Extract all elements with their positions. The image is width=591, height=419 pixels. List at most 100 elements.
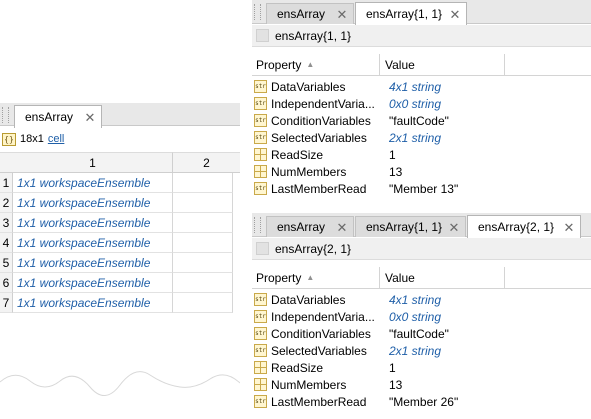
empty-cell[interactable] xyxy=(173,173,233,193)
property-row[interactable]: str LastMemberRead "Member 26" xyxy=(252,393,458,410)
cell-value[interactable]: 1x1 workspaceEnsemble xyxy=(13,253,173,273)
property-value[interactable]: 2x1 string xyxy=(384,344,441,358)
empty-cell[interactable] xyxy=(173,293,233,313)
property-row[interactable]: str LastMemberRead "Member 13" xyxy=(252,180,458,197)
empty-cell[interactable] xyxy=(173,213,233,233)
cell-value[interactable]: 1x1 workspaceEnsemble xyxy=(13,213,173,233)
property-row[interactable]: NumMembers 13 xyxy=(252,376,402,393)
property-column-header[interactable]: Property ▲ xyxy=(252,54,380,75)
torn-edge xyxy=(0,371,240,419)
cell-array-editor: ensArray ✕ {} 18x1 cell 1 2 1 1x1 workspa… xyxy=(0,103,240,419)
property-column-header[interactable]: Property ▲ xyxy=(252,267,380,288)
drag-grip[interactable] xyxy=(254,217,261,233)
property-value[interactable]: 0x0 string xyxy=(384,97,441,111)
tab-ensarray-1-1[interactable]: ensArray{1, 1} ✕ xyxy=(355,2,467,25)
property-value: "faultCode" xyxy=(389,113,449,128)
string-icon: str xyxy=(254,182,267,195)
tab-ensarray[interactable]: ensArray ✕ xyxy=(14,105,102,128)
property-row[interactable]: str SelectedVariables 2x1 string xyxy=(252,342,441,359)
tab-ensarray[interactable]: ensArray ✕ xyxy=(266,3,354,24)
property-row[interactable]: ReadSize 1 xyxy=(252,359,396,376)
value-header-label: Value xyxy=(385,270,415,285)
drag-grip[interactable] xyxy=(2,107,9,123)
tab-strip: ensArray ✕ ensArray{1, 1} ✕ xyxy=(252,0,591,25)
cell-value[interactable]: 1x1 workspaceEnsemble xyxy=(13,193,173,213)
variable-bar: ensArray{1, 1} xyxy=(252,25,591,47)
tab-label: ensArray{1, 1} xyxy=(366,220,443,234)
class-link[interactable]: cell xyxy=(48,133,65,145)
property-row[interactable]: ReadSize 1 xyxy=(252,146,396,163)
row-header[interactable]: 4 xyxy=(0,233,13,253)
cell-value[interactable]: 1x1 workspaceEnsemble xyxy=(13,233,173,253)
empty-cell[interactable] xyxy=(173,253,233,273)
row-header[interactable]: 5 xyxy=(0,253,13,273)
empty-cell[interactable] xyxy=(173,193,233,213)
tab-label: ensArray xyxy=(277,7,326,21)
close-icon[interactable]: ✕ xyxy=(334,221,350,234)
string-icon: str xyxy=(254,114,267,127)
numeric-grid-icon xyxy=(254,378,267,391)
tab-ensarray-2-1[interactable]: ensArray{2, 1} ✕ xyxy=(467,215,581,238)
column-header-1[interactable]: 1 xyxy=(13,152,173,173)
property-row[interactable]: str IndependentVaria... 0x0 string xyxy=(252,95,441,112)
string-icon: str xyxy=(254,310,267,323)
cell-value[interactable]: 1x1 workspaceEnsemble xyxy=(13,173,173,193)
property-value[interactable]: 2x1 string xyxy=(384,131,441,145)
string-icon: str xyxy=(254,395,267,408)
string-icon: str xyxy=(254,80,267,93)
sort-ascending-icon[interactable]: ▲ xyxy=(306,273,314,282)
property-row[interactable]: str ConditionVariables "faultCode" xyxy=(252,112,449,129)
value-column-header[interactable]: Value xyxy=(380,267,505,288)
close-icon[interactable]: ✕ xyxy=(446,221,462,234)
tab-ensarray[interactable]: ensArray ✕ xyxy=(266,216,354,237)
string-icon: str xyxy=(254,344,267,357)
drag-grip[interactable] xyxy=(254,4,261,20)
close-icon[interactable]: ✕ xyxy=(561,221,577,234)
property-value[interactable]: 0x0 string xyxy=(384,310,441,324)
cell-array-icon: {} xyxy=(2,132,16,146)
cell-value[interactable]: 1x1 workspaceEnsemble xyxy=(13,273,173,293)
property-name: IndependentVaria... xyxy=(271,96,375,111)
column-header-2[interactable]: 2 xyxy=(173,152,240,173)
property-value: 1 xyxy=(389,147,396,162)
property-row[interactable]: NumMembers 13 xyxy=(252,163,402,180)
numeric-grid-icon xyxy=(254,165,267,178)
empty-cell[interactable] xyxy=(173,273,233,293)
row-header[interactable]: 6 xyxy=(0,273,13,293)
close-icon[interactable]: ✕ xyxy=(334,8,350,21)
property-value[interactable]: 4x1 string xyxy=(384,293,441,307)
variable-icon xyxy=(256,242,269,255)
property-name: DataVariables xyxy=(271,292,346,307)
row-header[interactable]: 2 xyxy=(0,193,13,213)
property-row[interactable]: str ConditionVariables "faultCode" xyxy=(252,325,449,342)
property-value: 13 xyxy=(389,164,403,179)
sort-ascending-icon[interactable]: ▲ xyxy=(306,60,314,69)
property-header-label: Property xyxy=(256,270,302,285)
property-name: ReadSize xyxy=(271,360,324,375)
property-row[interactable]: str SelectedVariables 2x1 string xyxy=(252,129,441,146)
string-icon: str xyxy=(254,293,267,306)
variable-name: ensArray{2, 1} xyxy=(275,241,352,256)
property-row[interactable]: str IndependentVaria... 0x0 string xyxy=(252,308,441,325)
object-editor-top: ensArray ✕ ensArray{1, 1} ✕ ensArray{1, … xyxy=(252,0,591,200)
row-header[interactable]: 7 xyxy=(0,293,13,313)
property-row[interactable]: str DataVariables 4x1 string xyxy=(252,291,441,308)
string-icon: str xyxy=(254,131,267,144)
property-name: LastMemberRead xyxy=(271,181,367,196)
property-name: NumMembers xyxy=(271,164,347,179)
property-row[interactable]: str DataVariables 4x1 string xyxy=(252,78,441,95)
close-icon[interactable]: ✕ xyxy=(447,8,463,21)
property-value[interactable]: 4x1 string xyxy=(384,80,441,94)
row-header[interactable]: 3 xyxy=(0,213,13,233)
empty-cell[interactable] xyxy=(173,233,233,253)
property-value: 13 xyxy=(389,377,403,392)
property-value: 1 xyxy=(389,360,396,375)
close-icon[interactable]: ✕ xyxy=(82,111,98,124)
tab-ensarray-1-1[interactable]: ensArray{1, 1} ✕ xyxy=(355,216,466,237)
property-name: DataVariables xyxy=(271,79,346,94)
string-icon: str xyxy=(254,327,267,340)
row-header[interactable]: 1 xyxy=(0,173,13,193)
cell-value[interactable]: 1x1 workspaceEnsemble xyxy=(13,293,173,313)
property-name: SelectedVariables xyxy=(271,343,367,358)
value-column-header[interactable]: Value xyxy=(380,54,505,75)
